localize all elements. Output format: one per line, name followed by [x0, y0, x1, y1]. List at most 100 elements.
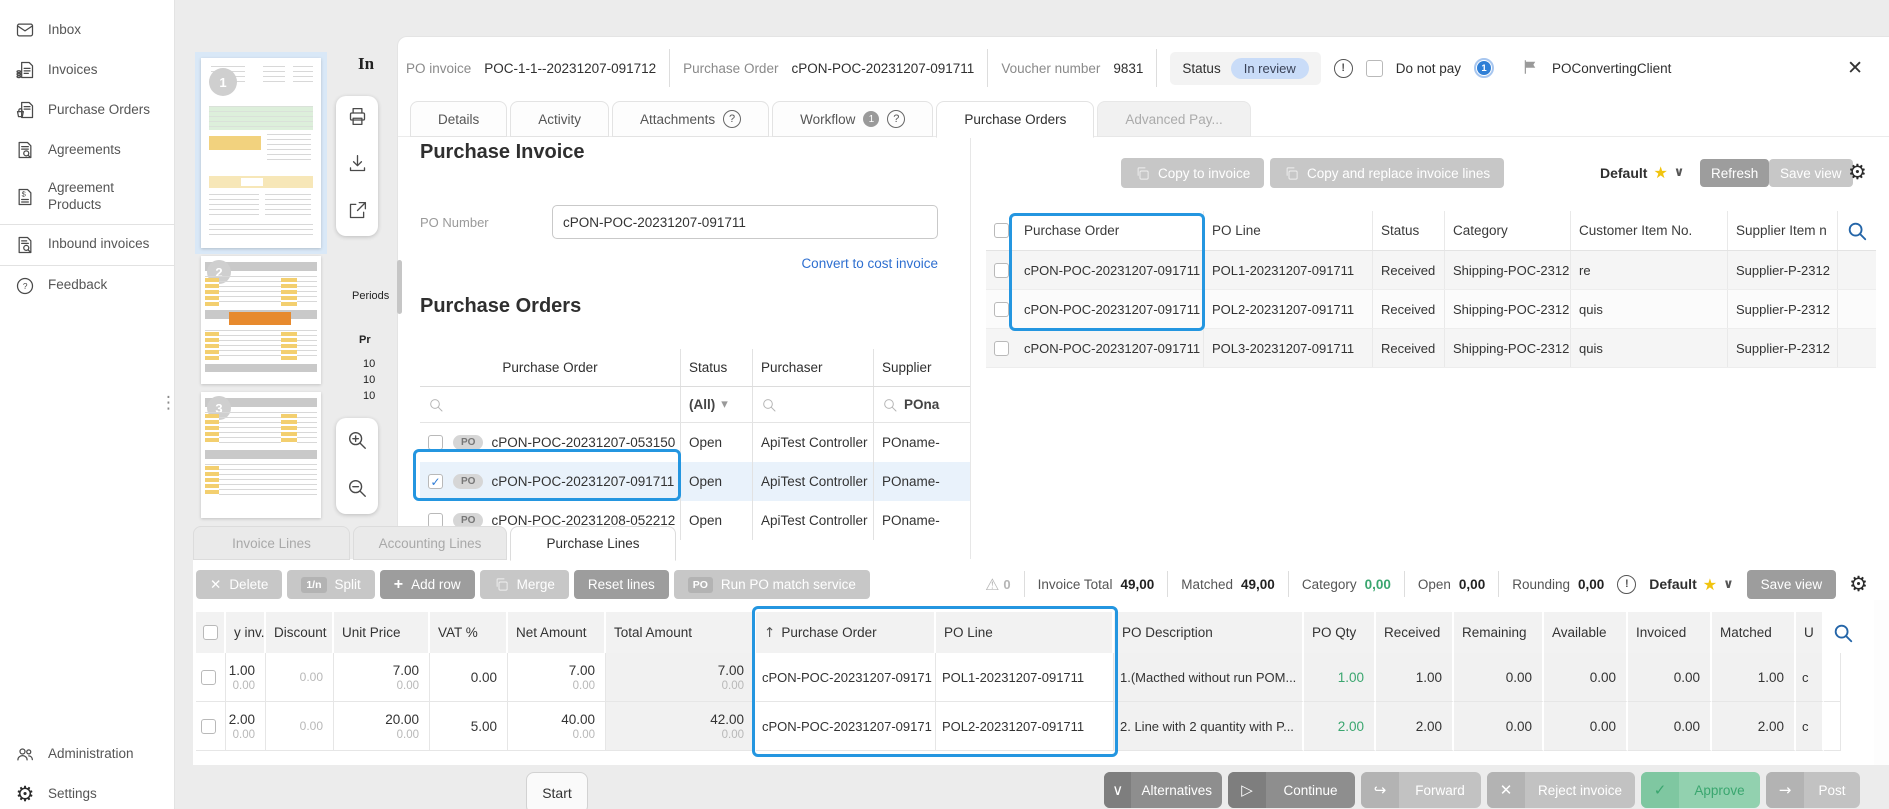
search-icon[interactable]	[1846, 220, 1868, 242]
continue-button[interactable]: ▷Continue	[1228, 772, 1355, 808]
select-all-checkbox[interactable]	[994, 223, 1009, 238]
help-icon[interactable]: ?	[887, 110, 905, 128]
column-header[interactable]: Purchase Order	[1016, 211, 1204, 250]
column-header[interactable]: Status	[681, 349, 753, 386]
view-selector[interactable]: Default ★ ∨	[1600, 163, 1684, 182]
column-header[interactable]: Supplier	[874, 349, 970, 386]
sidebar-item-purchase-orders[interactable]: Purchase Orders	[0, 90, 174, 130]
column-header[interactable]: y inv...	[226, 612, 266, 653]
open-external-icon[interactable]	[347, 200, 368, 226]
lines-table-row[interactable]: 1.000.00 0.00 7.000.00 0.00 7.000.00 7.0…	[196, 653, 1841, 702]
help-icon[interactable]: ?	[723, 110, 741, 128]
tab-advanced-pay[interactable]: Advanced Pay...	[1097, 101, 1250, 137]
view-selector[interactable]: Default★∨	[1649, 575, 1733, 594]
row-checkbox[interactable]	[994, 302, 1009, 317]
save-view-button[interactable]: Save view	[1747, 570, 1837, 599]
search-icon[interactable]	[1832, 622, 1854, 644]
save-view-button[interactable]: Save view	[1769, 159, 1853, 187]
merge-button[interactable]: Merge	[480, 570, 569, 599]
do-not-pay-checkbox[interactable]	[1366, 60, 1383, 77]
column-header[interactable]: Net Amount	[508, 612, 606, 653]
filter-cell[interactable]	[753, 387, 874, 422]
status-filter-dropdown[interactable]: (All)▾	[681, 387, 753, 422]
reject-invoice-button[interactable]: ✕Reject invoice	[1487, 772, 1635, 808]
column-header[interactable]: PO Line	[1204, 211, 1373, 250]
table-row[interactable]: cPON-POC-20231207-091711 POL2-20231207-0…	[986, 290, 1876, 329]
tab-attachments[interactable]: Attachments?	[612, 101, 769, 137]
close-icon[interactable]: ✕	[1847, 57, 1863, 79]
column-header[interactable]: Purchase Order	[420, 349, 681, 386]
select-all-checkbox[interactable]	[203, 625, 218, 640]
row-checkbox-checked[interactable]: ✓	[428, 474, 443, 489]
column-header[interactable]: Supplier Item n	[1728, 211, 1838, 250]
approve-button[interactable]: ✓Approve	[1641, 772, 1760, 808]
convert-to-cost-invoice-link[interactable]: Convert to cost invoice	[801, 256, 938, 271]
column-header-sorted[interactable]: ↑Purchase Order	[756, 612, 936, 653]
add-row-button[interactable]: +Add row	[380, 570, 475, 599]
download-icon[interactable]	[347, 153, 368, 179]
tab-purchase-orders[interactable]: Purchase Orders	[936, 101, 1094, 138]
sidebar-item-settings[interactable]: ⚙ Settings	[0, 774, 174, 809]
column-header[interactable]: Total Amount	[606, 612, 756, 653]
column-header[interactable]: U	[1796, 612, 1824, 653]
filter-cell[interactable]	[420, 387, 681, 422]
table-row-selected[interactable]: ✓POcPON-POC-20231207-091711 Open ApiTest…	[420, 462, 970, 501]
sidebar-resize-handle[interactable]: ⋮	[160, 398, 175, 407]
gear-icon[interactable]: ⚙	[1849, 574, 1868, 595]
column-header[interactable]: Customer Item No.	[1571, 211, 1728, 250]
column-header[interactable]: Discount	[266, 612, 334, 653]
tab-invoice-lines[interactable]: Invoice Lines	[193, 526, 350, 560]
po-number-input[interactable]	[552, 205, 938, 239]
tab-workflow[interactable]: Workflow1?	[772, 101, 933, 137]
column-header[interactable]: Matched	[1712, 612, 1796, 653]
column-header[interactable]: Available	[1544, 612, 1628, 653]
row-checkbox[interactable]	[201, 670, 216, 685]
tab-activity[interactable]: Activity	[510, 101, 609, 137]
post-button[interactable]: →Post	[1766, 772, 1860, 808]
table-row[interactable]: cPON-POC-20231207-091711 POL1-20231207-0…	[986, 251, 1876, 290]
column-header[interactable]: Received	[1376, 612, 1454, 653]
column-header[interactable]: Purchaser	[753, 349, 874, 386]
left-scrollbar[interactable]	[397, 260, 402, 314]
column-header[interactable]: Unit Price	[334, 612, 430, 653]
column-header[interactable]: VAT %	[430, 612, 508, 653]
sidebar-item-agreements[interactable]: Agreements	[0, 130, 174, 170]
vertical-scrollbar-track[interactable]	[1874, 600, 1889, 765]
supplier-filter-input[interactable]: POna	[874, 387, 970, 422]
delete-button[interactable]: ✕Delete	[196, 570, 282, 599]
column-header[interactable]: PO Line	[936, 612, 1114, 653]
lines-table-row[interactable]: 2.000.00 0.00 20.000.00 5.00 40.000.00 4…	[196, 702, 1841, 751]
column-header[interactable]: Invoiced	[1628, 612, 1712, 653]
column-header[interactable]: PO Description	[1114, 612, 1304, 653]
row-checkbox[interactable]	[201, 719, 216, 734]
column-header[interactable]: PO Qty	[1304, 612, 1376, 653]
page-thumbnail-1[interactable]: 1	[201, 58, 321, 248]
sidebar-item-administration[interactable]: Administration	[0, 734, 174, 774]
column-header[interactable]: Status	[1373, 211, 1445, 250]
row-checkbox[interactable]	[994, 263, 1009, 278]
row-checkbox[interactable]	[428, 435, 443, 450]
forward-button[interactable]: ↪Forward	[1361, 772, 1481, 808]
split-button[interactable]: 1/nSplit	[287, 570, 374, 599]
print-icon[interactable]	[347, 106, 368, 132]
sidebar-item-inbox[interactable]: Inbox	[0, 10, 174, 50]
gear-icon[interactable]: ⚙	[1848, 162, 1867, 183]
sidebar-item-agreement-products[interactable]: $ Agreement Products	[0, 170, 174, 224]
copy-to-invoice-button[interactable]: Copy to invoice	[1121, 158, 1264, 188]
start-button[interactable]: Start	[526, 772, 588, 809]
table-row[interactable]: POcPON-POC-20231207-053150 Open ApiTest …	[420, 423, 970, 462]
tab-details[interactable]: Details	[410, 101, 507, 137]
tab-accounting-lines[interactable]: Accounting Lines	[353, 526, 507, 560]
tab-purchase-lines[interactable]: Purchase Lines	[510, 526, 676, 561]
zoom-in-icon[interactable]	[346, 429, 368, 456]
column-header[interactable]: Remaining	[1454, 612, 1544, 653]
reset-lines-button[interactable]: Reset lines	[574, 570, 669, 599]
page-thumbnail-2[interactable]: 2	[201, 256, 321, 384]
sidebar-item-inbound-invoices[interactable]: Inbound invoices	[0, 224, 174, 266]
copy-replace-button[interactable]: Copy and replace invoice lines	[1270, 158, 1504, 188]
table-row[interactable]: cPON-POC-20231207-091711 POL3-20231207-0…	[986, 329, 1876, 368]
refresh-button[interactable]: Refresh	[1700, 159, 1769, 187]
page-thumbnail-3[interactable]: 3	[201, 392, 321, 518]
flag-icon[interactable]	[1521, 58, 1539, 79]
row-checkbox[interactable]	[994, 341, 1009, 356]
